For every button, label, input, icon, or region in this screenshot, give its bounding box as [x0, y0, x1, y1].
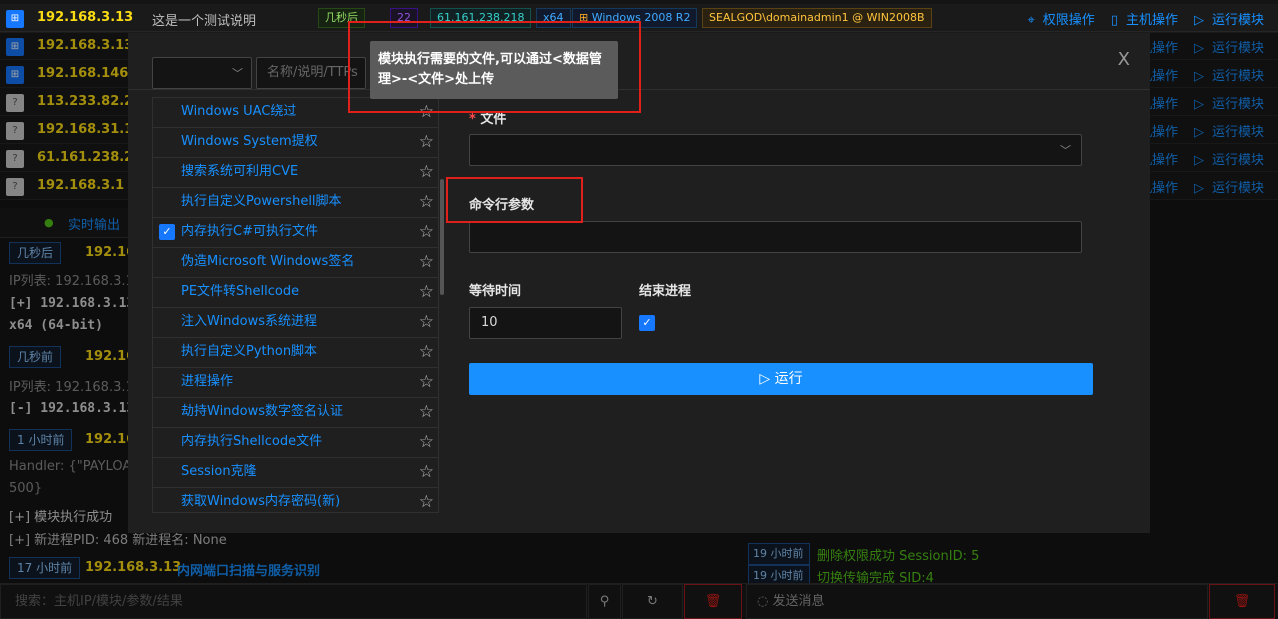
module-name: PE文件转Shellcode — [181, 284, 300, 299]
module-name: 内存执行Shellcode文件 — [181, 434, 323, 449]
star-icon[interactable]: ☆ — [419, 248, 434, 276]
kill-process-label: 结束进程 — [639, 284, 692, 299]
wait-label: 等待时间 — [469, 284, 522, 299]
star-icon[interactable]: ☆ — [419, 278, 434, 306]
star-icon[interactable]: ☆ — [419, 308, 434, 336]
wait-input[interactable]: 10 — [469, 307, 622, 339]
module-item[interactable]: PE文件转Shellcode ☆ — [153, 278, 438, 308]
module-name: Windows UAC绕过 — [181, 104, 297, 119]
module-name: 进程操作 — [181, 374, 234, 389]
run-button-label: 运行 — [774, 371, 803, 387]
play-icon: ▷ — [1193, 13, 1204, 28]
file-icon: ▯ — [1110, 13, 1118, 28]
host-ops-button[interactable]: ▯ 主机操作 — [1103, 13, 1178, 28]
perm-ops-button[interactable]: ⌖ 权限操作 — [1019, 13, 1094, 28]
module-name: 注入Windows系统进程 — [181, 314, 318, 329]
module-item[interactable]: 注入Windows系统进程 ☆ — [153, 308, 438, 338]
star-icon[interactable]: ☆ — [419, 158, 434, 186]
windows-os-icon: ⊞ — [6, 10, 24, 28]
module-item[interactable]: ✓ 内存执行C#可执行文件 ☆ — [153, 218, 438, 248]
highlight-tooltip — [348, 21, 641, 113]
run-module-button[interactable]: ▷ 运行模块 — [1186, 13, 1264, 28]
star-icon[interactable]: ☆ — [419, 398, 434, 426]
module-list: Windows UAC绕过 ☆ Windows System提权 ☆ 搜索系统可利用CV… — [152, 97, 439, 513]
module-name: 伪造Microsoft Windows签名 — [181, 254, 355, 269]
module-item[interactable]: 劫持Windows数字签名认证 ☆ — [153, 398, 438, 428]
star-icon[interactable]: ☆ — [419, 338, 434, 366]
highlight-args-label — [446, 177, 583, 223]
module-item[interactable]: 内存执行Shellcode文件 ☆ — [153, 428, 438, 458]
args-input[interactable] — [469, 221, 1082, 253]
module-name: Session克隆 — [181, 464, 257, 479]
module-item[interactable]: 伪造Microsoft Windows签名 ☆ — [153, 248, 438, 278]
file-select[interactable]: ﹀ — [469, 134, 1082, 166]
run-button[interactable]: ▷ 运行 — [469, 363, 1093, 395]
module-item[interactable]: 获取Windows内存密码(新) ☆ — [153, 488, 438, 512]
tag-user: SEALGOD\domainadmin1 @ WIN2008B — [702, 8, 932, 28]
module-name: 劫持Windows数字签名认证 — [181, 404, 344, 419]
file-label-text: 文件 — [480, 112, 507, 127]
chevron-down-icon: ﹀ — [1060, 144, 1071, 157]
close-icon[interactable]: X — [1118, 49, 1130, 70]
module-item[interactable]: 搜索系统可利用CVE ☆ — [153, 158, 438, 188]
module-name: Windows System提权 — [181, 134, 318, 149]
module-name: 获取Windows内存密码(新) — [181, 494, 341, 509]
star-icon[interactable]: ☆ — [419, 128, 434, 156]
module-list-scrollbar[interactable] — [440, 179, 444, 295]
module-item[interactable]: 执行自定义Powershell脚本 ☆ — [153, 188, 438, 218]
module-name: 内存执行C#可执行文件 — [181, 224, 318, 239]
module-name: 搜索系统可利用CVE — [181, 164, 299, 179]
star-icon[interactable]: ☆ — [419, 488, 434, 512]
perm-ops-label: 权限操作 — [1042, 13, 1095, 28]
module-item[interactable]: 执行自定义Python脚本 ☆ — [153, 338, 438, 368]
required-mark: * — [469, 112, 481, 127]
target-icon: ⌖ — [1027, 13, 1035, 28]
star-icon[interactable]: ☆ — [419, 428, 434, 456]
star-icon[interactable]: ☆ — [419, 218, 434, 246]
host-ip: 192.168.3.13 — [37, 10, 134, 25]
module-item[interactable]: 进程操作 ☆ — [153, 368, 438, 398]
module-item[interactable]: Windows System提权 ☆ — [153, 128, 438, 158]
star-icon[interactable]: ☆ — [419, 368, 434, 396]
host-desc: 这是一个测试说明 — [152, 14, 257, 29]
host-ops: ⌖ 权限操作 ▯ 主机操作 ▷ 运行模块 — [1011, 9, 1264, 28]
star-icon[interactable]: ☆ — [419, 458, 434, 486]
module-name: 执行自定义Python脚本 — [181, 344, 318, 359]
module-item[interactable]: Session克隆 ☆ — [153, 458, 438, 488]
run-module-label: 运行模块 — [1211, 13, 1264, 28]
kill-process-checkbox[interactable]: ✓ — [639, 315, 655, 331]
module-type-select[interactable]: ﹀ — [152, 57, 252, 89]
chevron-down-icon: ﹀ — [232, 67, 243, 80]
module-name: 执行自定义Powershell脚本 — [181, 194, 342, 209]
selected-check-icon: ✓ — [159, 224, 175, 240]
host-ops-label: 主机操作 — [1125, 13, 1178, 28]
play-icon: ▷ — [759, 371, 771, 387]
run-module-modal: X ﹀ 名称/说明/TTPs Windows UAC绕过 ☆ Windows Sys… — [128, 21, 1150, 533]
star-icon[interactable]: ☆ — [419, 188, 434, 216]
